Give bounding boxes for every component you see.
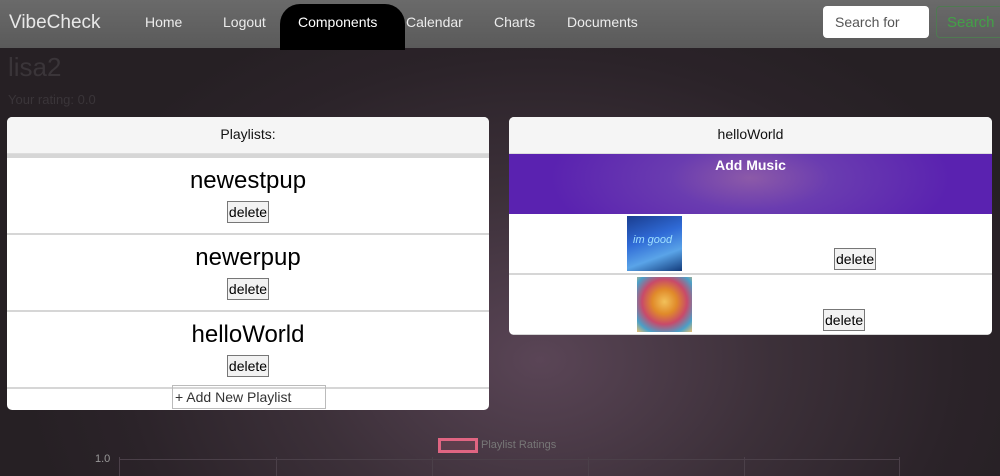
search-button[interactable]: Search [936, 6, 1000, 38]
album-art [637, 277, 692, 332]
search-input[interactable] [823, 6, 929, 38]
playlist-name[interactable]: newestpup [7, 158, 489, 195]
album-art-text: im good [633, 234, 673, 246]
gridline [744, 457, 745, 476]
delete-song-button[interactable]: delete [823, 309, 866, 331]
user-name: lisa2 [8, 52, 62, 82]
playlist-item[interactable]: newerpup delete [7, 235, 489, 312]
nav-home[interactable]: Home [145, 14, 182, 30]
delete-playlist-button[interactable]: delete [226, 278, 270, 300]
playlist-item[interactable]: newestpup delete [7, 158, 489, 235]
delete-playlist-button[interactable]: delete [226, 355, 270, 377]
playlists-card: Playlists: newestpup delete newerpup del… [7, 117, 489, 410]
gridline [432, 457, 433, 476]
nav-components[interactable]: Components [280, 4, 405, 50]
song-row: delete [509, 275, 992, 335]
album-art: im good [627, 216, 682, 271]
brand-logo[interactable]: VibeCheck [9, 12, 101, 34]
playlist-name[interactable]: helloWorld [7, 312, 489, 349]
gridline [899, 457, 900, 476]
delete-playlist-button[interactable]: delete [226, 201, 270, 223]
legend-swatch[interactable] [438, 438, 478, 453]
user-rating: Your rating: 0.0 [8, 92, 96, 107]
gridline [119, 459, 899, 460]
delete-song-button[interactable]: delete [834, 248, 877, 270]
y-tick-label: 1.0 [95, 453, 111, 465]
gridline [588, 457, 589, 476]
playlists-header: Playlists: [7, 117, 489, 154]
gridline [119, 457, 120, 476]
playlist-name[interactable]: newerpup [7, 235, 489, 272]
playlist-detail-card: helloWorld Add Music im good delete dele… [509, 117, 992, 335]
gridline [276, 457, 277, 476]
add-music-button[interactable]: Add Music [509, 154, 992, 214]
add-playlist-input[interactable]: + Add New Playlist [172, 385, 326, 409]
playlist-detail-title: helloWorld [509, 117, 992, 154]
song-row: im good delete [509, 214, 992, 275]
nav-charts[interactable]: Charts [494, 14, 535, 30]
nav-components-label: Components [298, 14, 378, 30]
ratings-chart: Playlist Ratings 1.0 [0, 430, 1000, 476]
nav-documents[interactable]: Documents [567, 14, 638, 30]
nav-logout[interactable]: Logout [223, 14, 266, 30]
nav-calendar[interactable]: Calendar [406, 14, 463, 30]
legend-label[interactable]: Playlist Ratings [481, 439, 556, 451]
playlist-item[interactable]: helloWorld delete [7, 312, 489, 389]
top-navbar: VibeCheck Home Logout Components Calenda… [0, 0, 1000, 50]
